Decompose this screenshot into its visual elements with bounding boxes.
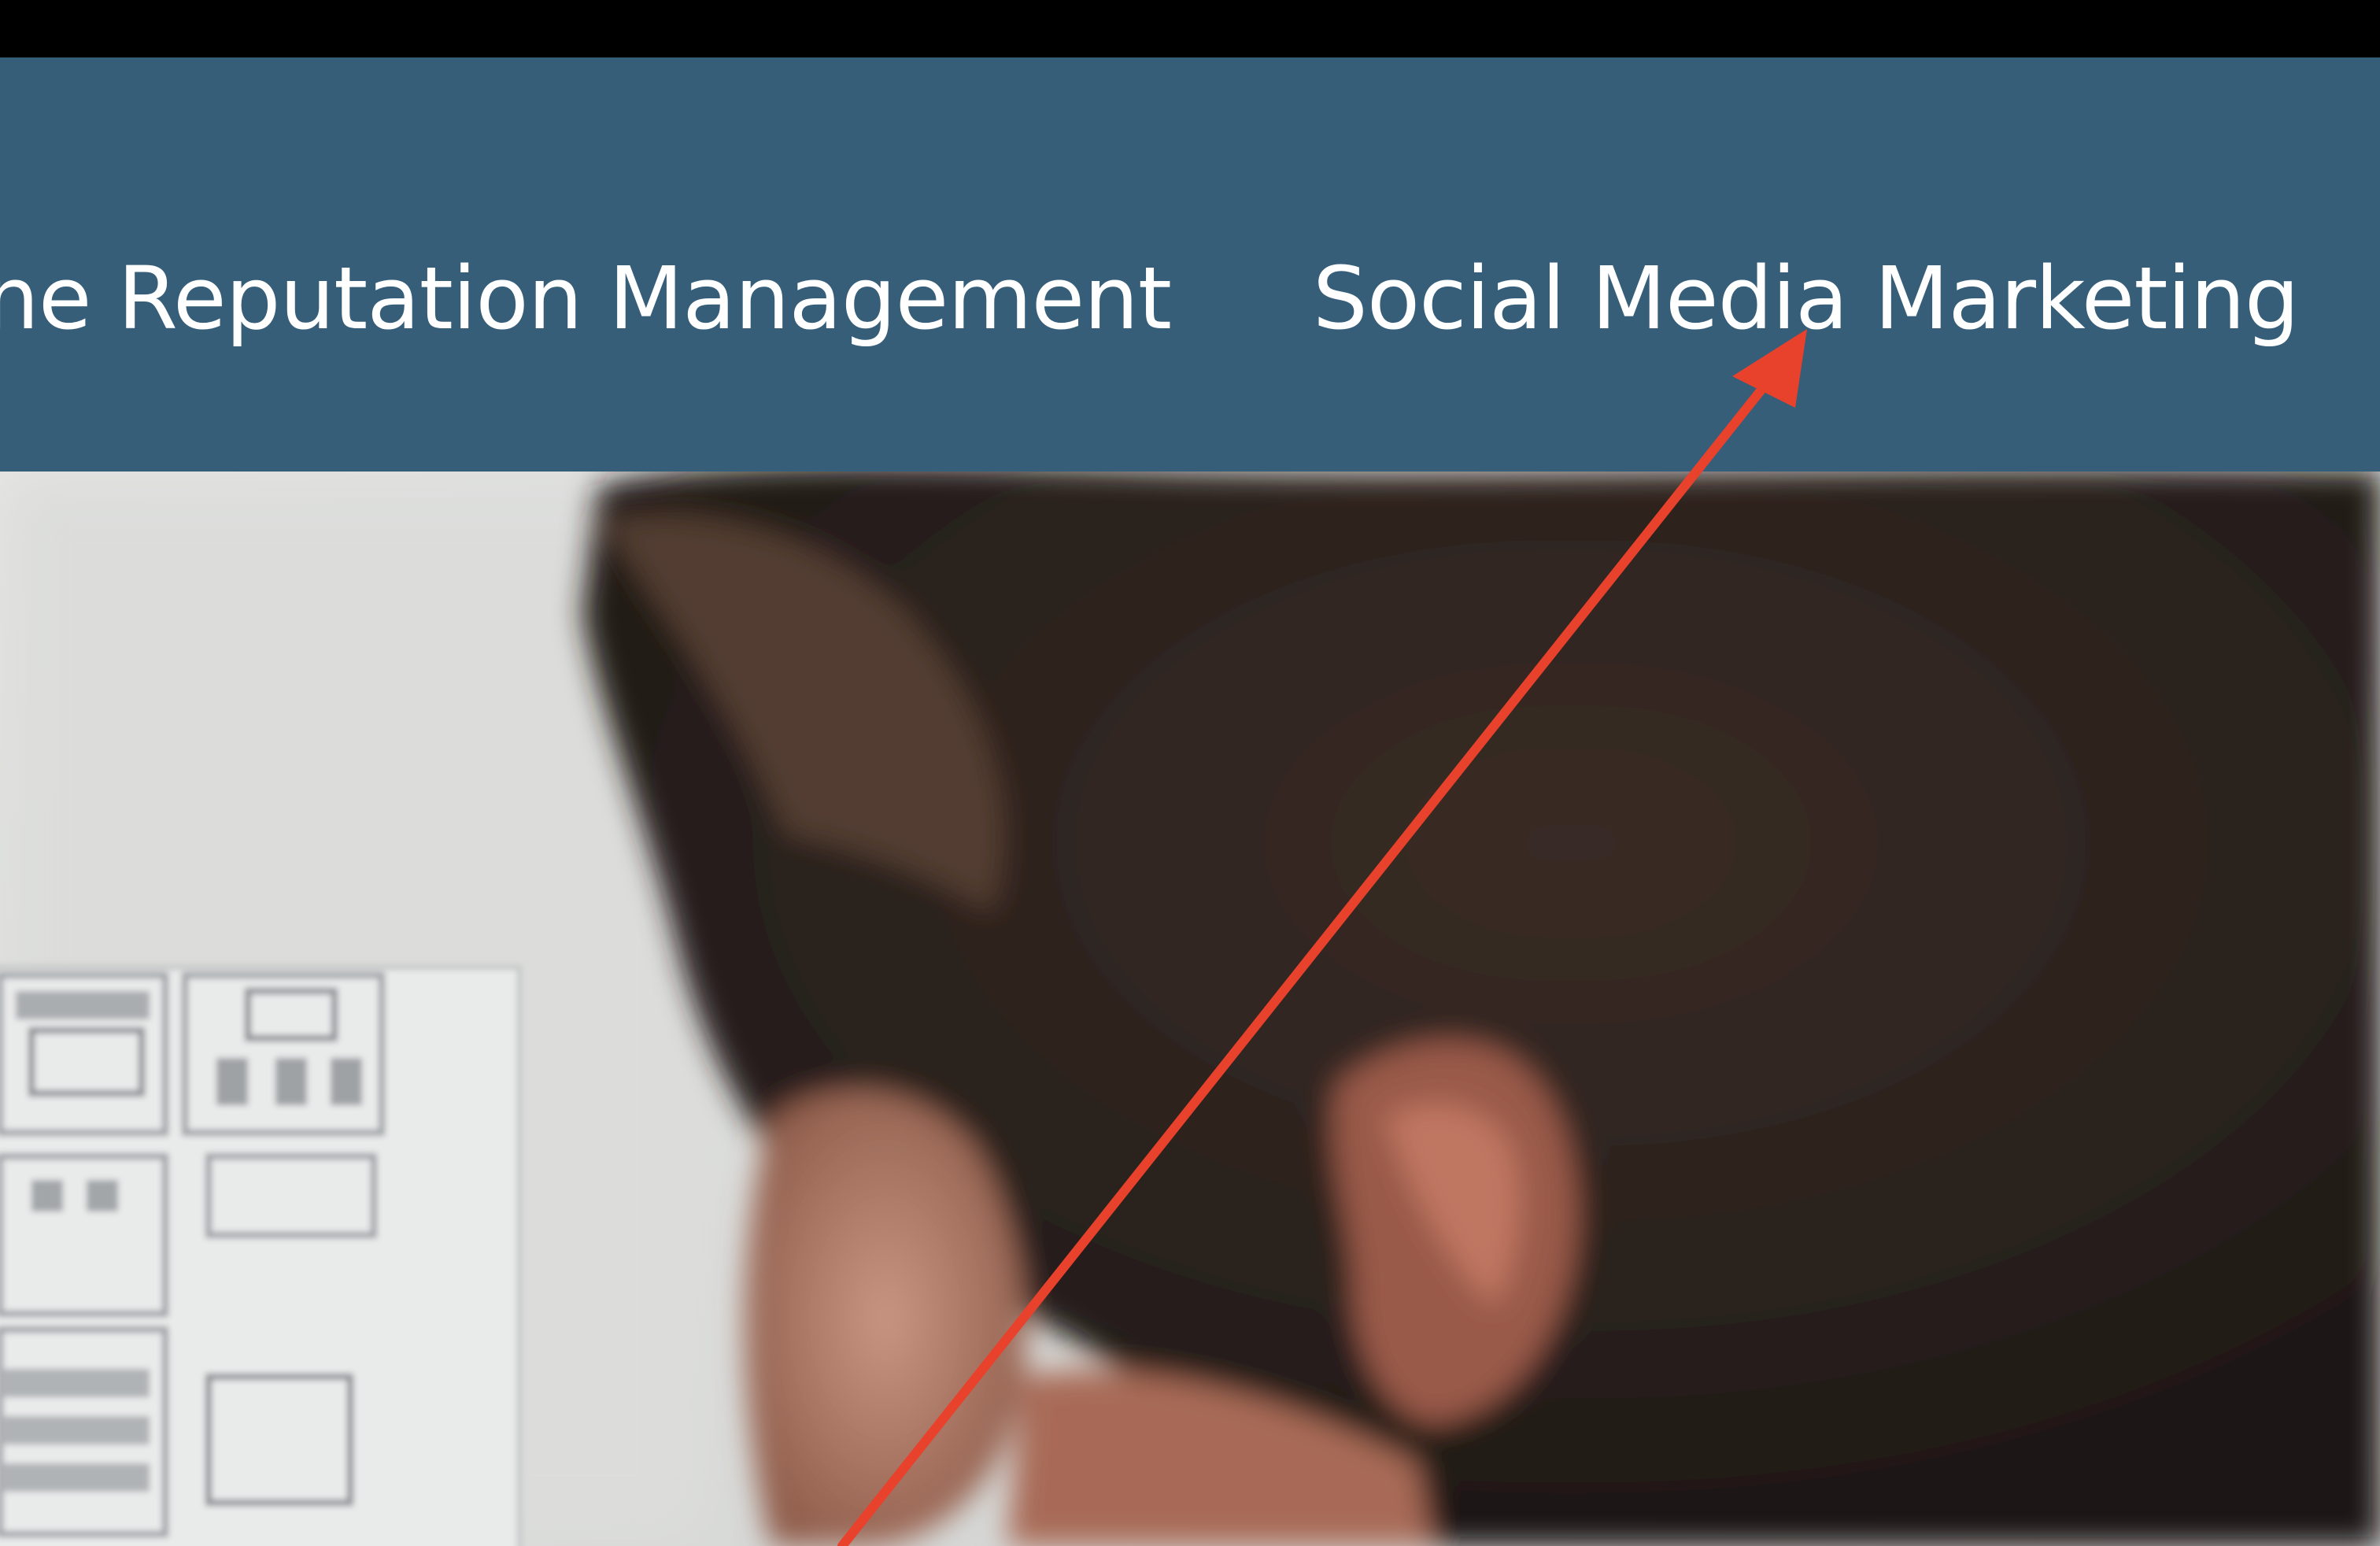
top-border <box>0 0 2380 57</box>
nav-link-online-reputation-management[interactable]: Online Reputation Management <box>0 235 1172 361</box>
screenshot-stage: Online Reputation Management Social Medi… <box>0 0 2380 1546</box>
site-navigation-bar: Online Reputation Management Social Medi… <box>0 57 2380 472</box>
wireframe-sheet <box>0 965 522 1546</box>
hero-image <box>0 472 2380 1546</box>
nav-link-social-media-marketing[interactable]: Social Media Marketing <box>1313 235 2300 361</box>
person-head <box>582 472 2380 1546</box>
hero-photo-illustration <box>0 472 2380 1546</box>
